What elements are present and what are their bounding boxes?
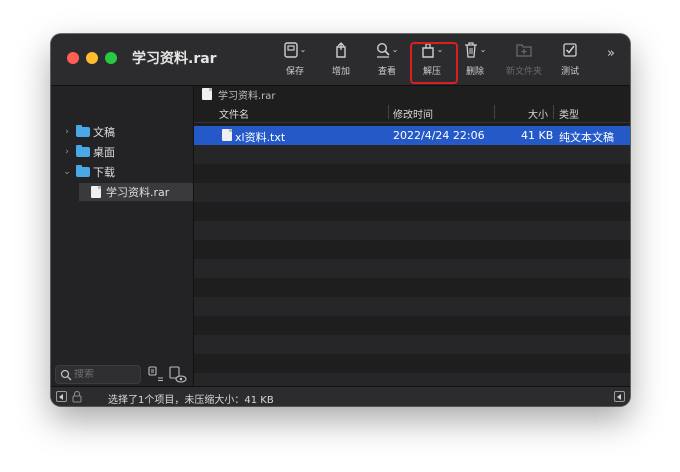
sidebar-item-label: 学习资料.rar	[106, 186, 170, 199]
chevron-right-icon[interactable]: ›	[61, 127, 73, 137]
archive-window: 学习资料.rar ⌄ 保存 增加 ⌄ 查看 ⌄ 解压 ⌄ 删除 新文件夹 测试 …	[51, 34, 630, 406]
column-divider[interactable]	[494, 105, 495, 119]
lock-icon[interactable]	[72, 391, 82, 403]
info-panel-icon[interactable]	[148, 366, 164, 382]
sidebar-item-label: 文稿	[93, 126, 115, 139]
row-stripe	[194, 373, 630, 386]
row-stripe	[194, 259, 630, 278]
toggle-panel-icon[interactable]	[614, 391, 625, 402]
toolbar: 学习资料.rar ⌄ 保存 增加 ⌄ 查看 ⌄ 解压 ⌄ 删除 新文件夹 测试 …	[51, 34, 630, 86]
checkbox-icon	[563, 43, 577, 57]
file-rows: xl资料.txt 2022/4/24 22:06 41 KB 纯文本文稿	[194, 126, 630, 386]
save-label: 保存	[285, 67, 304, 77]
row-stripe	[194, 221, 630, 240]
chevron-down-icon: ⌄	[299, 44, 307, 54]
column-header-size[interactable]: 大小	[528, 106, 548, 121]
folder-icon	[76, 145, 90, 157]
row-stripe	[194, 183, 630, 202]
delete-button[interactable]: ⌄ 删除	[459, 40, 491, 80]
status-bar: 选择了1个项目，未压缩大小：41 KB	[51, 386, 630, 406]
window-title: 学习资料.rar	[132, 51, 217, 67]
search-icon	[60, 369, 72, 380]
new-folder-label: 新文件夹	[505, 67, 542, 77]
sidebar-item-label: 桌面	[93, 146, 115, 159]
row-stripe	[194, 335, 630, 354]
breadcrumb: 学习资料.rar	[194, 86, 630, 102]
folder-icon	[76, 125, 90, 137]
search-field[interactable]	[55, 365, 141, 384]
extract-highlight-box	[410, 42, 458, 84]
folder-icon	[76, 165, 90, 177]
toggle-sidebar-icon[interactable]	[56, 391, 67, 402]
sidebar: › 文稿 › 桌面 ⌄ 下载 学习资料.rar	[51, 86, 194, 386]
column-header-kind[interactable]: 类型	[559, 106, 579, 121]
column-header-name[interactable]: 文件名	[219, 106, 249, 121]
view-icon	[376, 42, 390, 58]
file-name: xl资料.txt	[235, 131, 286, 144]
save-button[interactable]: ⌄ 保存	[279, 40, 311, 80]
save-icon	[283, 42, 298, 58]
sidebar-item-downloads[interactable]: ⌄ 下载	[61, 163, 115, 181]
row-stripe	[194, 297, 630, 316]
view-button[interactable]: ⌄ 查看	[370, 40, 404, 80]
column-header-modified[interactable]: 修改时间	[393, 106, 433, 121]
status-text: 选择了1个项目，未压缩大小：41 KB	[108, 395, 274, 406]
column-header-row: 文件名 修改时间 大小 类型	[194, 102, 630, 123]
chevron-down-icon: ⌄	[479, 44, 487, 54]
table-row[interactable]: xl资料.txt 2022/4/24 22:06 41 KB 纯文本文稿	[194, 126, 630, 145]
zoom-window-button[interactable]	[105, 52, 117, 64]
file-list-panel: 学习资料.rar 文件名 修改时间 大小 类型 xl资料.txt 2022/4/…	[194, 86, 630, 386]
new-folder-button[interactable]: 新文件夹	[500, 40, 548, 80]
chevron-down-icon: ⌄	[391, 44, 399, 54]
new-folder-icon	[516, 44, 532, 57]
archive-icon	[202, 88, 212, 100]
archive-icon	[91, 186, 101, 198]
add-label: 增加	[331, 67, 350, 77]
sidebar-item-label: 下载	[93, 166, 115, 179]
delete-label: 删除	[465, 67, 484, 77]
breadcrumb-label: 学习资料.rar	[218, 90, 276, 102]
file-modified: 2022/4/24 22:06	[393, 129, 485, 142]
more-toolbar-button[interactable]: »	[603, 46, 619, 86]
test-button[interactable]: 测试	[554, 40, 586, 80]
sidebar-item-documents[interactable]: › 文稿	[61, 123, 115, 141]
minimize-window-button[interactable]	[86, 52, 98, 64]
file-size: 41 KB	[521, 129, 554, 142]
file-kind: 纯文本文稿	[559, 131, 614, 144]
close-window-button[interactable]	[67, 52, 79, 64]
column-divider[interactable]	[388, 105, 389, 119]
search-input[interactable]	[72, 369, 136, 380]
sidebar-item-desktop[interactable]: › 桌面	[61, 143, 115, 161]
add-button[interactable]: 增加	[325, 40, 357, 80]
chevron-right-icon[interactable]: ›	[61, 147, 73, 157]
test-label: 测试	[560, 67, 579, 77]
text-file-icon	[222, 129, 232, 141]
preview-icon[interactable]	[169, 366, 187, 384]
column-divider[interactable]	[553, 105, 554, 119]
trash-icon	[464, 42, 477, 58]
chevron-down-icon[interactable]: ⌄	[61, 167, 73, 177]
row-stripe	[194, 145, 630, 164]
add-archive-icon	[336, 42, 346, 58]
view-label: 查看	[377, 67, 396, 77]
sidebar-item-archive[interactable]: 学习资料.rar	[91, 183, 169, 201]
